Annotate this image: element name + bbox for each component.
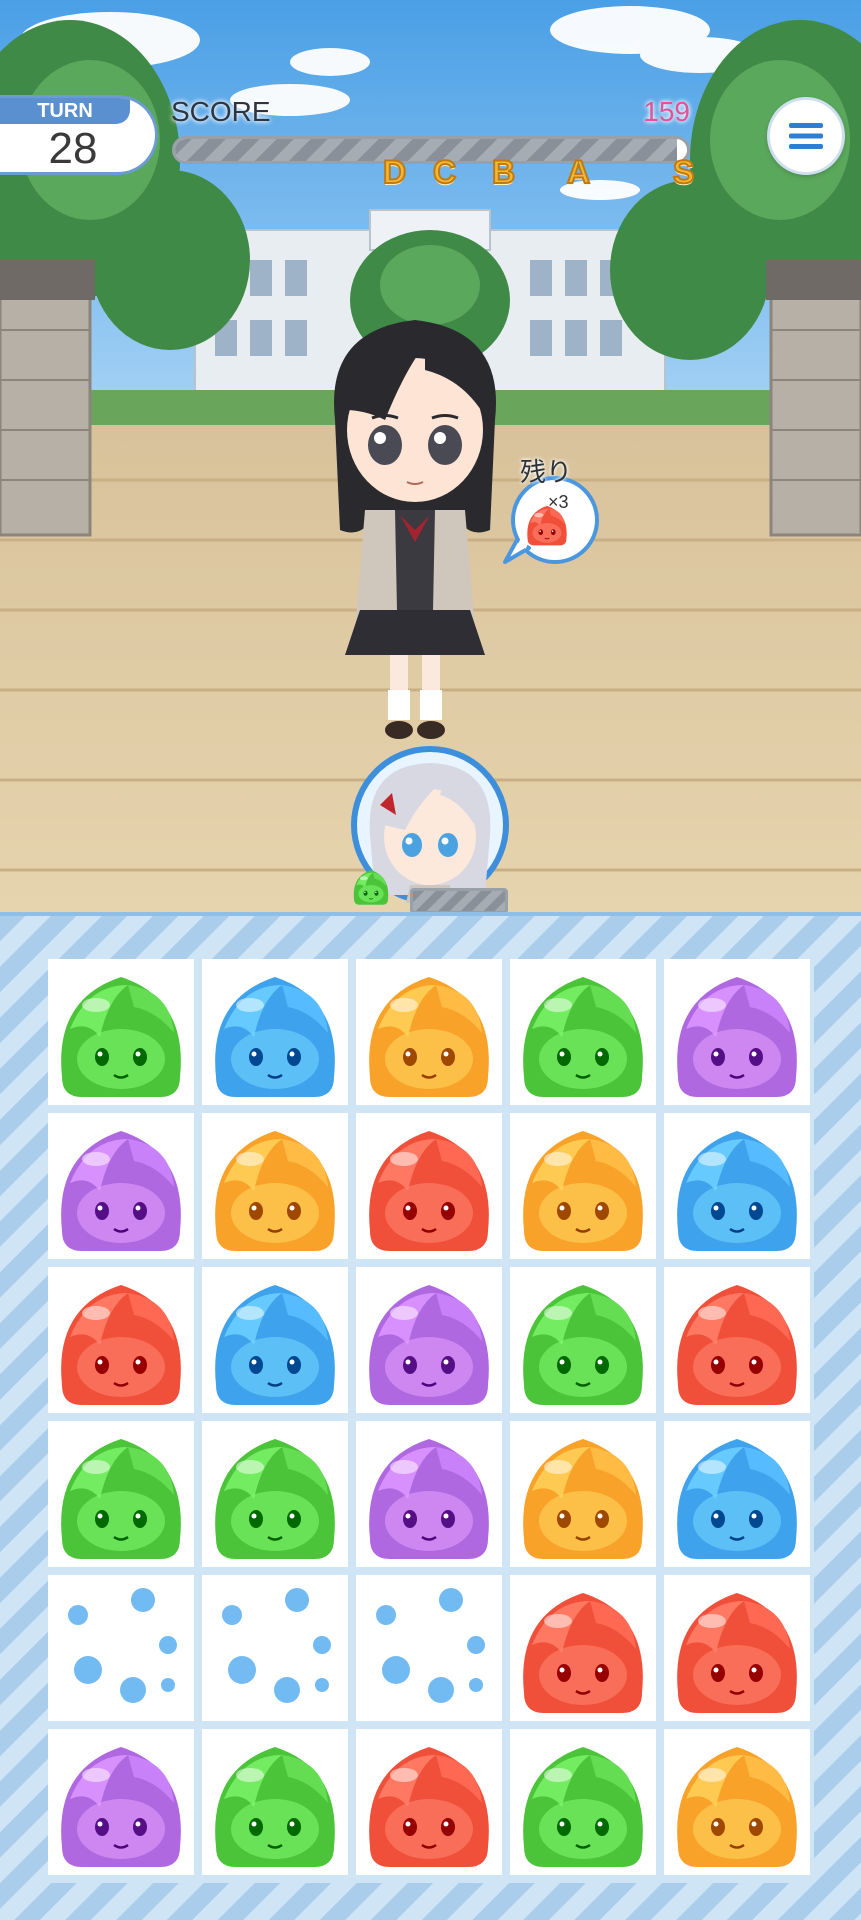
bubbles-effect-icon bbox=[376, 1588, 485, 1703]
purple-character-piece-icon bbox=[367, 1283, 491, 1407]
red-character-piece-icon bbox=[675, 1591, 799, 1715]
player-skill-gauge bbox=[410, 888, 508, 912]
rank-a: A bbox=[566, 153, 591, 191]
hamburger-menu-icon bbox=[789, 123, 823, 149]
menu-button[interactable] bbox=[767, 97, 845, 175]
purple-character-piece-icon bbox=[59, 1745, 183, 1869]
bubbles-effect-icon bbox=[222, 1588, 331, 1703]
red-character-piece-icon bbox=[521, 1591, 645, 1715]
score-value: 159 bbox=[643, 96, 690, 127]
orange-character-piece-icon bbox=[213, 1129, 337, 1253]
board-cell-orange[interactable] bbox=[202, 1113, 348, 1259]
board-cell-red[interactable] bbox=[510, 1575, 656, 1721]
turn-label: TURN bbox=[0, 98, 130, 124]
blue-character-piece-icon bbox=[675, 1437, 799, 1561]
board-cell-red[interactable] bbox=[48, 1267, 194, 1413]
board-cell-blue[interactable] bbox=[664, 1113, 810, 1259]
board-cell-purple[interactable] bbox=[356, 1267, 502, 1413]
opponent-character bbox=[334, 320, 496, 739]
turn-value: 28 bbox=[48, 124, 98, 173]
blue-character-piece-icon bbox=[213, 975, 337, 1099]
purple-character-piece-icon bbox=[675, 975, 799, 1099]
board-cell-blue[interactable] bbox=[202, 1267, 348, 1413]
blue-character-piece-icon bbox=[675, 1129, 799, 1253]
rank-b: B bbox=[491, 153, 516, 191]
board-cell-red[interactable] bbox=[664, 1267, 810, 1413]
puzzle-board bbox=[0, 912, 861, 1920]
board-cell-red[interactable] bbox=[356, 1729, 502, 1875]
score-label: SCORE bbox=[171, 96, 271, 127]
board-cell-green[interactable] bbox=[48, 1421, 194, 1567]
remaining-label: 残り bbox=[520, 458, 573, 488]
red-character-piece-icon bbox=[59, 1283, 183, 1407]
green-character-piece-icon bbox=[521, 1745, 645, 1869]
board-cell-orange[interactable] bbox=[356, 959, 502, 1105]
rank-c: C bbox=[432, 153, 457, 191]
board-cell-blue[interactable] bbox=[202, 959, 348, 1105]
remaining-count: ×3 bbox=[548, 492, 569, 512]
board-cell-green[interactable] bbox=[202, 1421, 348, 1567]
green-character-piece-icon bbox=[213, 1745, 337, 1869]
rank-s: S bbox=[672, 153, 695, 191]
orange-character-piece-icon bbox=[367, 975, 491, 1099]
board-cell-red[interactable] bbox=[356, 1113, 502, 1259]
board-cell-green[interactable] bbox=[510, 959, 656, 1105]
red-character-piece-icon bbox=[675, 1283, 799, 1407]
board-cell-green[interactable] bbox=[510, 1267, 656, 1413]
green-character-piece-icon bbox=[521, 975, 645, 1099]
board-cell-purple[interactable] bbox=[48, 1113, 194, 1259]
board-cell-green[interactable] bbox=[202, 1729, 348, 1875]
board-cell-purple[interactable] bbox=[356, 1421, 502, 1567]
board-cell-orange[interactable] bbox=[664, 1729, 810, 1875]
purple-character-piece-icon bbox=[59, 1129, 183, 1253]
board-cell-purple[interactable] bbox=[48, 1729, 194, 1875]
board-cell-purple[interactable] bbox=[664, 959, 810, 1105]
board-cell-blue[interactable] bbox=[664, 1421, 810, 1567]
green-character-piece-icon bbox=[59, 975, 183, 1099]
player-gauge-icon bbox=[350, 865, 392, 907]
board-cell-green[interactable] bbox=[48, 959, 194, 1105]
rank-d: D bbox=[382, 153, 407, 191]
blue-character-piece-icon bbox=[213, 1283, 337, 1407]
red-character-piece-icon bbox=[367, 1129, 491, 1253]
board-cell-orange[interactable] bbox=[510, 1421, 656, 1567]
board-cell-empty[interactable] bbox=[202, 1575, 348, 1721]
green-character-piece-icon bbox=[521, 1283, 645, 1407]
purple-character-piece-icon bbox=[367, 1437, 491, 1561]
green-character-piece-icon bbox=[59, 1437, 183, 1561]
board-cell-red[interactable] bbox=[664, 1575, 810, 1721]
board-cell-green[interactable] bbox=[510, 1729, 656, 1875]
board-cell-orange[interactable] bbox=[510, 1113, 656, 1259]
bubbles-effect-icon bbox=[68, 1588, 177, 1703]
orange-character-piece-icon bbox=[675, 1745, 799, 1869]
score-progress-bar bbox=[172, 136, 690, 164]
green-character-piece-icon bbox=[213, 1437, 337, 1561]
orange-character-piece-icon bbox=[521, 1437, 645, 1561]
board-cell-empty[interactable] bbox=[356, 1575, 502, 1721]
orange-character-piece-icon bbox=[521, 1129, 645, 1253]
red-character-piece-icon bbox=[367, 1745, 491, 1869]
turn-counter: TURN 28 bbox=[0, 95, 158, 175]
board-cell-empty[interactable] bbox=[48, 1575, 194, 1721]
piece-grid bbox=[48, 959, 814, 1883]
score-progress-fill bbox=[175, 139, 677, 161]
